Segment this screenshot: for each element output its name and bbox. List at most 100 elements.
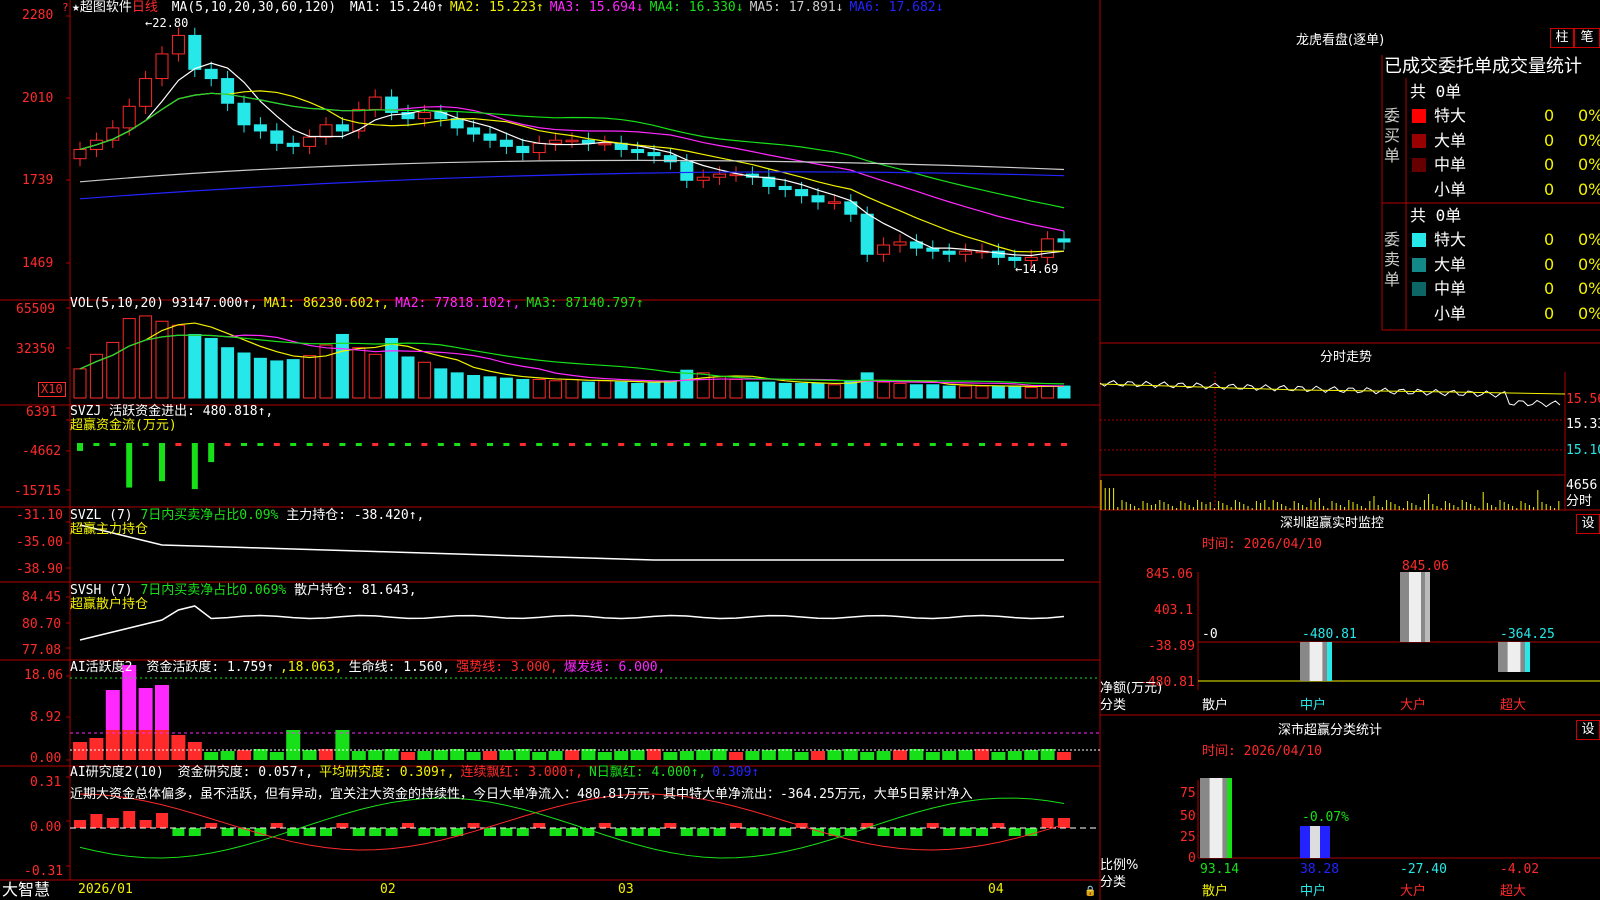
sz-monitor-y-tick: 403.1 bbox=[1154, 603, 1194, 618]
fund-flow-bar bbox=[946, 443, 953, 446]
volume-bar bbox=[745, 381, 759, 399]
activity-bar bbox=[155, 730, 169, 760]
svsh-title: SVSH (7) bbox=[70, 583, 133, 598]
volume-bar bbox=[795, 382, 809, 399]
volume-bar bbox=[663, 380, 677, 399]
activity-bar bbox=[991, 752, 1006, 760]
fund-flow-bar bbox=[847, 443, 854, 446]
sz-monitor-category: 大户 bbox=[1400, 698, 1427, 713]
sz-class-y-tick: 25 bbox=[1180, 830, 1196, 845]
fund-flow-bar bbox=[1011, 443, 1018, 446]
svzl-holding: 主力持仓: -38.420↑, bbox=[286, 508, 425, 523]
sz-monitor-category: 中户 bbox=[1300, 698, 1327, 713]
fund-flow-bar bbox=[700, 443, 707, 446]
buy-total: 共 0单 bbox=[1410, 82, 1462, 101]
activity-bar bbox=[975, 749, 989, 760]
activity-bar bbox=[319, 749, 333, 760]
ai2-header: AI研究度2(10) 资金研究度: 0.057↑, 平均研究度: 0.309↑, 连… bbox=[70, 765, 759, 780]
fund-flow-bar bbox=[749, 443, 756, 446]
ai1-y-tick: 0.00 bbox=[30, 751, 62, 766]
volume-bar bbox=[614, 381, 628, 399]
activity-bar bbox=[876, 751, 891, 760]
candle bbox=[811, 195, 825, 203]
order-size-name: 中单 bbox=[1434, 279, 1467, 298]
fund-flow-bar bbox=[880, 443, 887, 446]
svsh-ratio: 7日内买卖净占比0.069% bbox=[140, 583, 287, 598]
lock-icon[interactable]: 🔒 bbox=[1084, 884, 1096, 899]
volume-bar bbox=[516, 378, 530, 399]
candle bbox=[204, 68, 218, 80]
sz-class-value: -4.02 bbox=[1500, 862, 1540, 877]
order-size-swatch bbox=[1412, 158, 1426, 172]
order-size-swatch bbox=[1412, 306, 1426, 321]
period-label[interactable]: 日线 bbox=[132, 0, 158, 15]
tab-bar[interactable]: 柱 bbox=[1550, 28, 1574, 48]
activity-bar bbox=[335, 730, 350, 760]
research-bar bbox=[188, 828, 201, 836]
activity-bar bbox=[433, 750, 448, 760]
candle bbox=[959, 250, 973, 255]
vol-ma-values: MA1: 86230.602↑, MA2: 77818.102↑, MA3: 871… bbox=[258, 296, 644, 311]
volume-bar bbox=[335, 333, 349, 399]
tab-tick[interactable]: 笔 bbox=[1574, 28, 1600, 48]
intraday-y-tick: 15.56 bbox=[1566, 392, 1600, 407]
activity-bar bbox=[204, 752, 219, 760]
sz-class-top-label: -0.07% bbox=[1302, 810, 1349, 825]
vol-y-tick: 32350 bbox=[16, 342, 56, 357]
indicator-value: MA4: 16.330↓ bbox=[649, 0, 744, 15]
fund-flow-bar bbox=[651, 443, 657, 446]
activity-bar bbox=[729, 752, 743, 760]
activity-bar bbox=[401, 752, 415, 760]
indicator-value: MA2: 15.223↑ bbox=[449, 0, 544, 15]
fund-flow-bar bbox=[339, 443, 346, 446]
volume-bar bbox=[729, 378, 743, 399]
research-bar bbox=[418, 828, 431, 836]
sz-monitor-ylabel: 净额(万元) bbox=[1100, 681, 1163, 696]
stock-name[interactable]: 超图软件 bbox=[80, 0, 132, 15]
candle bbox=[139, 78, 153, 107]
candle bbox=[303, 136, 317, 147]
order-size-name: 小单 bbox=[1434, 303, 1467, 323]
sz-monitor-settings-button[interactable]: 设 bbox=[1576, 514, 1600, 534]
candle bbox=[942, 250, 956, 255]
net-amount-bar bbox=[1300, 642, 1332, 681]
order-pct: 0% bbox=[1578, 106, 1600, 125]
candle bbox=[877, 244, 891, 255]
research-bar bbox=[484, 828, 496, 836]
activity-bar bbox=[925, 752, 940, 760]
fill-marker: ? bbox=[62, 1, 69, 14]
research-bar bbox=[943, 828, 956, 836]
candle bbox=[368, 96, 382, 110]
low-price-label: ←14.69 bbox=[1015, 262, 1059, 276]
activity-bar bbox=[187, 742, 202, 760]
activity-bar bbox=[384, 749, 399, 760]
activity-bar bbox=[450, 749, 465, 760]
ai1-values: 资金活跃度: 1.759↑ ,18.063, 生命线: 1.560, 强势线: 3.0… bbox=[140, 660, 665, 675]
volume-bar bbox=[188, 333, 202, 399]
volume-bar bbox=[417, 361, 431, 399]
sz-class-category: 超大 bbox=[1500, 884, 1527, 899]
research-bar bbox=[516, 828, 529, 836]
research-bar bbox=[123, 811, 136, 828]
research-bar bbox=[1041, 818, 1054, 828]
research-bar bbox=[566, 828, 578, 836]
research-bar bbox=[303, 828, 316, 836]
fund-flow-bar bbox=[224, 443, 231, 446]
indicator-value: 强势线: 3.000, bbox=[456, 660, 558, 675]
research-bar bbox=[533, 823, 546, 828]
svzl-title: SVZL (7) bbox=[70, 508, 133, 523]
fund-flow-bar bbox=[634, 443, 641, 446]
activity-bar bbox=[269, 752, 284, 760]
ma-title: MA(5,10,20,30,60,120) bbox=[171, 0, 337, 15]
volume-bar bbox=[598, 380, 612, 399]
activity-bar bbox=[630, 750, 645, 760]
sz-class-settings-button[interactable]: 设 bbox=[1576, 720, 1600, 740]
activity-bar bbox=[368, 750, 383, 760]
research-bar bbox=[894, 828, 906, 836]
sz-class-category: 中户 bbox=[1300, 884, 1327, 899]
net-amount-bar bbox=[1498, 642, 1530, 672]
candle bbox=[171, 34, 185, 55]
fund-flow-bar bbox=[159, 443, 165, 482]
fund-flow-bar bbox=[815, 443, 821, 446]
order-size-name: 中单 bbox=[1434, 155, 1467, 174]
